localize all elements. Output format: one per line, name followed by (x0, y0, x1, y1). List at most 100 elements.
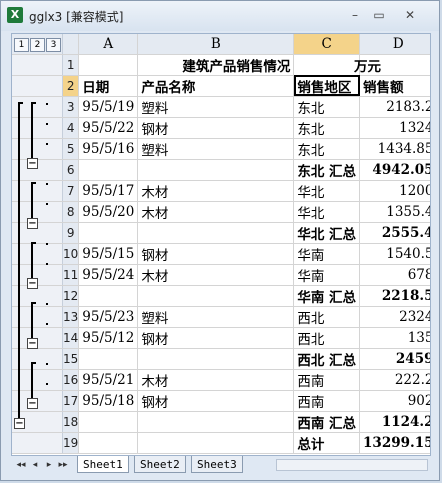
cell-a[interactable] (78, 411, 139, 433)
cell-c[interactable]: 西南 汇总 (293, 411, 361, 433)
cell-c[interactable]: 华北 (293, 201, 361, 223)
row-header[interactable]: 6 (62, 159, 80, 181)
row-header[interactable]: 3 (62, 96, 80, 118)
row-header[interactable]: 1 (62, 54, 80, 76)
cell-d[interactable]: 2183.2 (359, 96, 430, 118)
row-header[interactable]: 7 (62, 180, 80, 202)
cell-d[interactable]: 1124.2 (359, 411, 430, 433)
cell-a[interactable]: 95/5/20 (78, 201, 139, 223)
row-header[interactable]: 9 (62, 222, 80, 244)
cell-c[interactable]: 华南 (293, 264, 361, 286)
row-header[interactable]: 2 (62, 75, 80, 97)
last-sheet-nav-icon[interactable]: ▸▸ (57, 458, 69, 472)
sheet-tab-sheet1[interactable]: Sheet1 (77, 456, 129, 473)
cell-d[interactable]: 2324 (359, 306, 430, 328)
cell-d[interactable]: 135 (359, 327, 430, 349)
outline-level-1-button[interactable]: 1 (14, 38, 29, 53)
cell-b[interactable]: 钢材 (137, 117, 295, 139)
cell-d[interactable]: 1200 (359, 180, 430, 202)
cell-c[interactable] (293, 54, 361, 76)
cell-c[interactable]: 华南 (293, 243, 361, 265)
collapse-group-icon[interactable]: − (27, 158, 38, 169)
cell-b[interactable] (137, 222, 295, 244)
cell-a[interactable]: 95/5/17 (78, 180, 139, 202)
cell-a[interactable]: 95/5/23 (78, 306, 139, 328)
cell-b[interactable]: 产品名称 (137, 75, 295, 97)
next-sheet-nav-icon[interactable]: ▸ (43, 458, 55, 472)
cell-a[interactable]: 95/5/21 (78, 369, 139, 391)
cell-b[interactable]: 建筑产品销售情况 (137, 54, 295, 76)
cell-a[interactable] (78, 222, 139, 244)
cell-b[interactable]: 塑料 (137, 306, 295, 328)
cell-d[interactable]: 4942.05 (359, 159, 430, 181)
cell-a[interactable]: 95/5/24 (78, 264, 139, 286)
column-header-a[interactable]: A (78, 34, 139, 55)
cell-c[interactable]: 总计 (293, 432, 361, 454)
cell-b[interactable]: 木材 (137, 180, 295, 202)
row-header[interactable]: 19 (62, 432, 80, 454)
cell-d[interactable]: 678 (359, 264, 430, 286)
cell-c[interactable]: 西南 (293, 390, 361, 412)
cell-d[interactable]: 13299.15 (359, 432, 430, 454)
cell-a[interactable] (78, 432, 139, 454)
cell-a[interactable]: 日期 (78, 75, 139, 97)
sheet-tab-sheet3[interactable]: Sheet3 (191, 456, 243, 473)
row-header[interactable]: 14 (62, 327, 80, 349)
cell-c[interactable]: 销售地区 (293, 75, 361, 97)
row-header[interactable]: 17 (62, 390, 80, 412)
row-header[interactable]: 10 (62, 243, 80, 265)
collapse-all-icon[interactable]: − (14, 418, 25, 429)
cell-d[interactable]: 1540.5 (359, 243, 430, 265)
cell-c[interactable]: 东北 汇总 (293, 159, 361, 181)
cell-d[interactable]: 1355.4 (359, 201, 430, 223)
close-button[interactable]: ✕ (399, 6, 421, 24)
first-sheet-nav-icon[interactable]: ◂◂ (15, 458, 27, 472)
cell-d[interactable]: 万元 (353, 54, 430, 76)
outline-level-3-button[interactable]: 3 (46, 38, 61, 53)
row-header[interactable]: 18 (62, 411, 80, 433)
outline-level-2-button[interactable]: 2 (30, 38, 45, 53)
row-header[interactable]: 15 (62, 348, 80, 370)
row-header[interactable]: 16 (62, 369, 80, 391)
cell-d[interactable]: 销售额 (359, 75, 430, 97)
cell-b[interactable]: 塑料 (137, 96, 295, 118)
cell-b[interactable]: 钢材 (137, 243, 295, 265)
row-header[interactable]: 5 (62, 138, 80, 160)
collapse-group-icon[interactable]: − (27, 278, 38, 289)
cell-b[interactable]: 木材 (137, 201, 295, 223)
horizontal-scrollbar[interactable] (276, 459, 428, 471)
cell-d[interactable]: 2218.5 (359, 285, 430, 307)
cell-b[interactable] (137, 285, 295, 307)
cell-a[interactable]: 95/5/18 (78, 390, 139, 412)
cell-c[interactable]: 东北 (293, 138, 361, 160)
cell-a[interactable] (78, 159, 139, 181)
cell-b[interactable]: 塑料 (137, 138, 295, 160)
row-header[interactable]: 13 (62, 306, 80, 328)
cell-a[interactable]: 95/5/19 (78, 96, 139, 118)
cell-c[interactable]: 东北 (293, 117, 361, 139)
restore-button[interactable]: ▭ (368, 6, 390, 24)
cell-b[interactable] (137, 348, 295, 370)
cell-c[interactable]: 东北 (293, 96, 361, 118)
cell-c[interactable]: 西南 (293, 369, 361, 391)
cell-a[interactable] (78, 285, 139, 307)
cell-d[interactable]: 2459 (359, 348, 430, 370)
cell-c[interactable]: 西北 汇总 (293, 348, 361, 370)
column-header-b[interactable]: B (137, 34, 295, 55)
cell-a[interactable] (78, 54, 139, 76)
cell-d[interactable]: 222.2 (359, 369, 430, 391)
cell-a[interactable]: 95/5/15 (78, 243, 139, 265)
cell-b[interactable]: 钢材 (137, 327, 295, 349)
cell-b[interactable] (137, 159, 295, 181)
row-header[interactable]: 8 (62, 201, 80, 223)
sheet-tab-sheet2[interactable]: Sheet2 (134, 456, 186, 473)
cell-d[interactable]: 1324 (359, 117, 430, 139)
cell-a[interactable]: 95/5/16 (78, 138, 139, 160)
cell-c[interactable]: 华南 汇总 (293, 285, 361, 307)
row-header[interactable]: 12 (62, 285, 80, 307)
prev-sheet-nav-icon[interactable]: ◂ (29, 458, 41, 472)
cell-b[interactable] (137, 411, 295, 433)
row-header[interactable]: 11 (62, 264, 80, 286)
cell-a[interactable]: 95/5/22 (78, 117, 139, 139)
cell-a[interactable] (78, 348, 139, 370)
